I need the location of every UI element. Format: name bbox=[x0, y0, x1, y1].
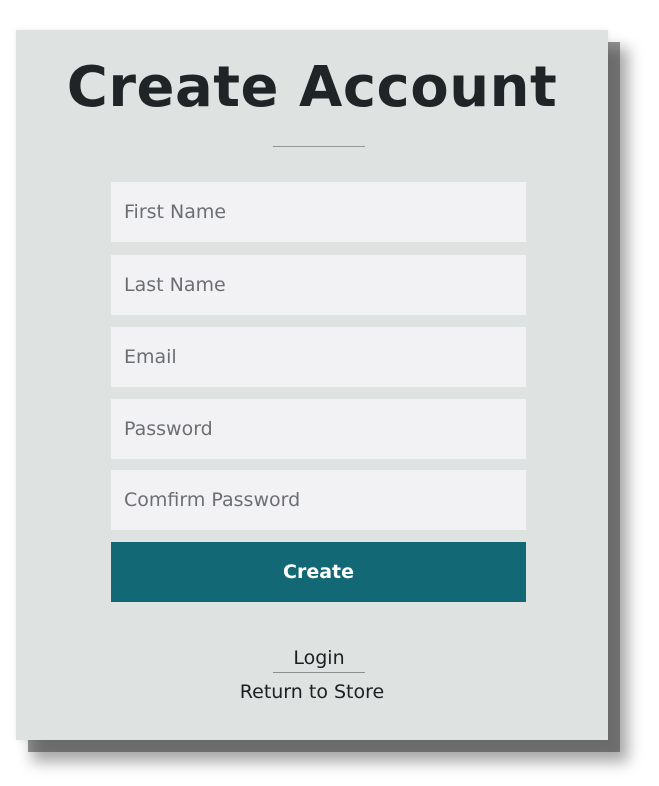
first-name-field[interactable] bbox=[111, 182, 526, 242]
last-name-field[interactable] bbox=[111, 255, 526, 315]
page-title: Create Account bbox=[66, 55, 558, 120]
return-to-store-link[interactable]: Return to Store bbox=[16, 678, 608, 706]
create-button[interactable]: Create bbox=[111, 542, 526, 602]
title-divider bbox=[273, 146, 365, 147]
password-field[interactable] bbox=[111, 399, 526, 459]
confirm-password-field[interactable] bbox=[111, 470, 526, 530]
email-field[interactable] bbox=[111, 327, 526, 387]
login-link[interactable]: Login bbox=[273, 644, 365, 673]
create-account-card: Create Account Create Login Return to St… bbox=[16, 30, 608, 740]
